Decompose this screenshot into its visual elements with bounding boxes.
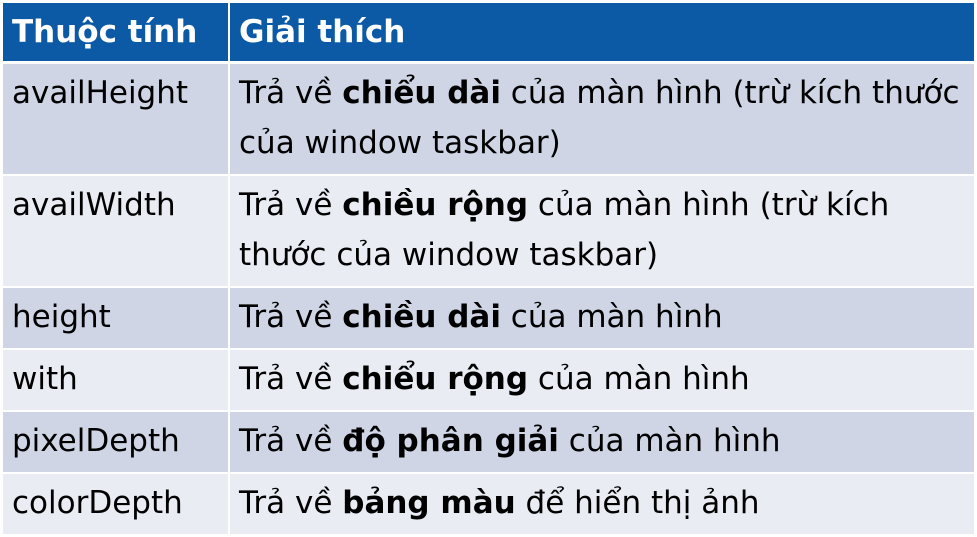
description-prefix: Trả về <box>239 75 343 111</box>
property-cell: height <box>3 287 230 350</box>
description-prefix: Trả về <box>239 187 343 223</box>
description-suffix: để hiển thị ảnh <box>515 485 760 521</box>
property-cell: with <box>3 349 230 412</box>
table-row: availWidth Trả về chiều rộng của màn hìn… <box>3 175 974 288</box>
description-suffix: của màn hình <box>558 423 781 459</box>
table-row: height Trả về chiều dài của màn hình <box>3 287 974 350</box>
description-cell: Trả về chiểu rộng của màn hình <box>229 349 974 412</box>
description-bold: chiểu dài <box>342 75 501 111</box>
property-cell: colorDepth <box>3 473 230 536</box>
description-bold: độ phân giải <box>342 423 559 459</box>
column-header-description: Giải thích <box>229 3 974 64</box>
description-cell: Trả về chiều rộng của màn hình (trừ kích… <box>229 175 974 288</box>
description-prefix: Trả về <box>239 361 343 397</box>
description-cell: Trả về chiều dài của màn hình <box>229 287 974 350</box>
description-bold: chiều dài <box>342 299 501 335</box>
table-row: availHeight Trả về chiểu dài của màn hìn… <box>3 62 974 176</box>
description-suffix: của màn hình <box>500 299 723 335</box>
properties-table: Thuộc tính Giải thích availHeight Trả về… <box>3 3 974 536</box>
description-bold: bảng màu <box>342 485 516 521</box>
property-cell: availWidth <box>3 175 230 288</box>
table-row: with Trả về chiểu rộng của màn hình <box>3 349 974 412</box>
description-suffix: của màn hình <box>528 361 750 397</box>
property-cell: pixelDepth <box>3 411 230 474</box>
description-bold: chiều rộng <box>342 187 529 223</box>
description-prefix: Trả về <box>239 485 343 521</box>
description-cell: Trả về chiểu dài của màn hình (trừ kích … <box>229 62 974 176</box>
description-prefix: Trả về <box>239 299 343 335</box>
description-bold: chiểu rộng <box>342 361 529 397</box>
property-cell: availHeight <box>3 62 230 176</box>
table-row: colorDepth Trả về bảng màu để hiển thị ả… <box>3 473 974 536</box>
table-container: Thuộc tính Giải thích availHeight Trả về… <box>3 3 974 536</box>
table-header-row: Thuộc tính Giải thích <box>3 3 974 64</box>
description-prefix: Trả về <box>239 423 343 459</box>
description-cell: Trả về độ phân giải của màn hình <box>229 411 974 474</box>
table-row: pixelDepth Trả về độ phân giải của màn h… <box>3 411 974 474</box>
column-header-property: Thuộc tính <box>3 3 230 64</box>
description-cell: Trả về bảng màu để hiển thị ảnh <box>229 473 974 536</box>
